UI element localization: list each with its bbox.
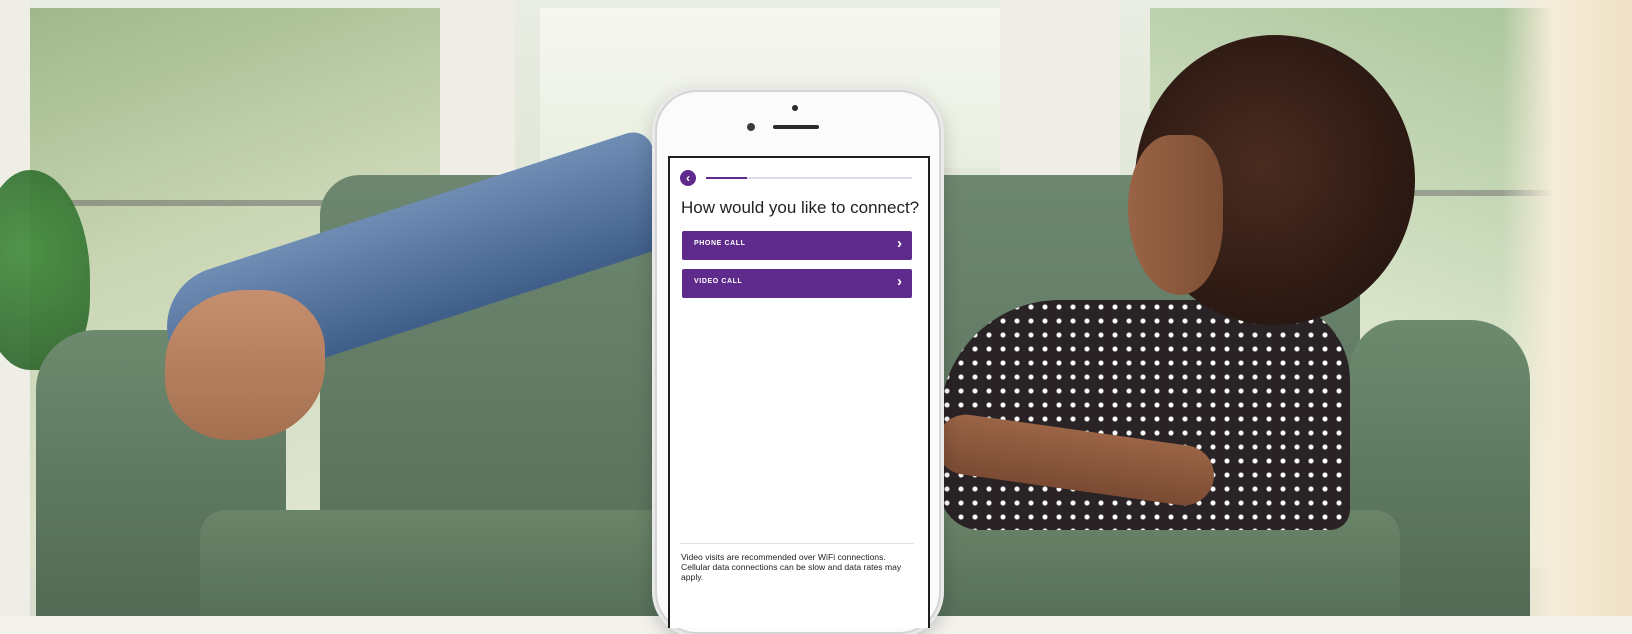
chevron-right-icon: › [897, 235, 902, 252]
video-call-button[interactable]: VIDEO CALL › [682, 269, 912, 298]
video-call-label: VIDEO CALL [694, 278, 743, 285]
chevron-right-icon: › [897, 273, 902, 290]
divider [680, 543, 914, 544]
progress-bar [706, 177, 912, 179]
phone-screen: ‹ How would you like to connect? PHONE C… [668, 156, 930, 628]
front-camera [747, 123, 755, 131]
phone-mockup: ‹ How would you like to connect? PHONE C… [655, 90, 941, 634]
person-feet [165, 290, 325, 440]
phone-call-button[interactable]: PHONE CALL › [682, 231, 912, 260]
sensor-dot [792, 105, 798, 111]
back-button[interactable]: ‹ [680, 170, 696, 186]
chevron-left-icon: ‹ [686, 171, 690, 185]
earpiece-speaker [773, 125, 819, 129]
progress-fill [706, 177, 748, 179]
page-title: How would you like to connect? [681, 198, 920, 217]
phone-call-label: PHONE CALL [694, 240, 746, 247]
connection-note: Video visits are recommended over WiFi c… [681, 552, 902, 582]
progress-header: ‹ [680, 170, 912, 186]
